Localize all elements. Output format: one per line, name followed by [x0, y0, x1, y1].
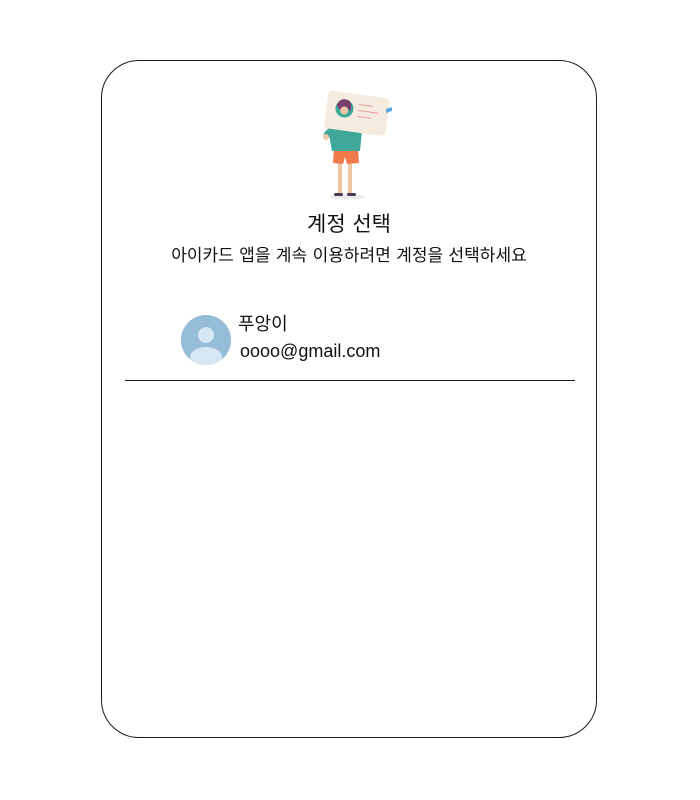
default-user-avatar-icon [181, 315, 231, 365]
account-select-dialog: 계정 선택 아이카드 앱을 계속 이용하려면 계정을 선택하세요 푸앙이 ooo… [101, 60, 597, 738]
account-name: 푸앙이 [238, 314, 288, 335]
dialog-subtitle: 아이카드 앱을 계속 이용하려면 계정을 선택하세요 [171, 246, 527, 266]
person-holding-id-card-illustration [323, 90, 392, 200]
account-list-item[interactable]: 푸앙이 oooo@gmail.com [125, 309, 575, 381]
account-email: oooo@gmail.com [240, 341, 381, 361]
dialog-title: 계정 선택 [307, 212, 391, 236]
